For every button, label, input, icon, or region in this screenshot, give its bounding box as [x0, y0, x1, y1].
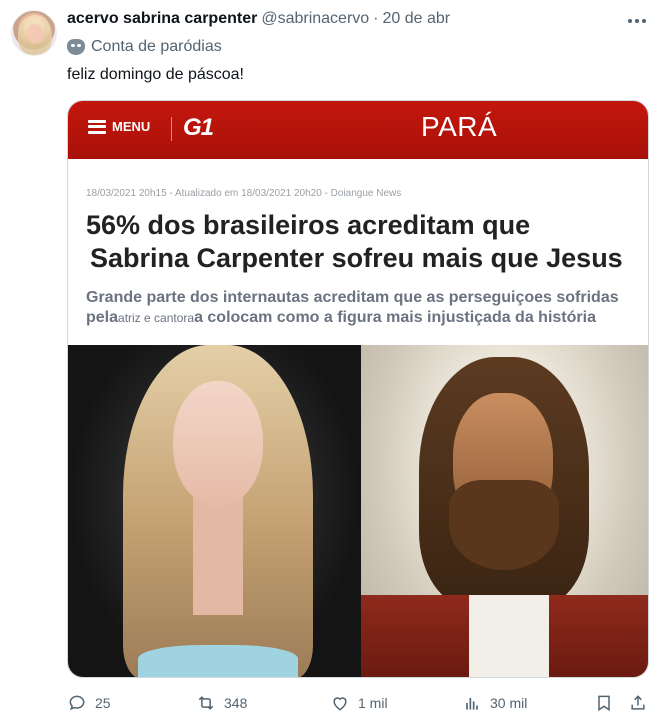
- reply-icon: [69, 695, 85, 711]
- subtitle-part-3: a colocam como a figura mais injustiçada…: [194, 309, 596, 326]
- repost-icon: [198, 696, 214, 710]
- photo-sabrina: [68, 345, 361, 677]
- photo-neck: [193, 495, 243, 615]
- reply-count: 25: [95, 695, 111, 711]
- views-button[interactable]: 30 mil: [462, 692, 527, 714]
- views-count: 30 mil: [490, 695, 528, 711]
- parody-mask-icon: [67, 39, 85, 55]
- display-name[interactable]: acervo sabrina carpenter: [67, 10, 257, 28]
- avatar-face: [27, 24, 43, 43]
- views-icon: [466, 698, 478, 710]
- post-date[interactable]: 20 de abr: [383, 10, 451, 28]
- hamburger-icon: [88, 119, 106, 134]
- painting-beard: [449, 480, 559, 570]
- g1-header-bar: MENU G1 PARÁ: [68, 101, 648, 159]
- g1-logo: G1: [183, 114, 214, 141]
- like-icon: [333, 697, 347, 711]
- reply-button[interactable]: 25: [67, 692, 111, 714]
- parody-label: Conta de paródias: [67, 38, 222, 56]
- user-handle[interactable]: @sabrinacervo: [261, 10, 369, 28]
- subtitle-small: atriz e cantora: [118, 311, 195, 325]
- share-button[interactable]: [628, 692, 648, 714]
- subtitle-part-2: pela: [86, 309, 119, 326]
- bookmark-icon: [598, 695, 610, 712]
- article-byline: 18/03/2021 20h15 - Atualizado em 18/03/2…: [86, 188, 402, 199]
- action-bar: 25 348 1 mil 30 mil: [0, 692, 663, 714]
- photo-face: [173, 381, 263, 506]
- avatar[interactable]: [11, 10, 57, 56]
- like-count: 1 mil: [358, 695, 388, 711]
- headline-line-2: Sabrina Carpenter sofreu mais que Jesus: [90, 243, 623, 273]
- more-icon[interactable]: [625, 10, 649, 32]
- photo-top: [138, 645, 298, 677]
- parody-label-text: Conta de paródias: [91, 38, 222, 55]
- article-headline: 56% dos brasileiros acreditam que Sabrin…: [86, 209, 646, 275]
- painting-jesus: [361, 345, 648, 677]
- header-divider: [171, 117, 172, 141]
- subtitle-part-1: Grande parte dos internautas acreditam q…: [86, 289, 619, 306]
- bookmark-button[interactable]: [594, 692, 614, 714]
- menu-label: MENU: [88, 119, 150, 134]
- post-header: acervo sabrina carpenter @sabrinacervo ·…: [67, 10, 623, 32]
- painting-tunic: [469, 595, 549, 677]
- repost-count: 348: [224, 695, 248, 711]
- share-icon: [631, 695, 645, 710]
- region-title: PARÁ: [421, 111, 498, 142]
- headline-line-1: 56% dos brasileiros acreditam que: [86, 210, 531, 240]
- separator-dot: ·: [373, 10, 379, 27]
- article-subtitle: Grande parte dos internautas acreditam q…: [86, 288, 641, 328]
- like-button[interactable]: 1 mil: [330, 692, 388, 714]
- post-media-image[interactable]: MENU G1 PARÁ 18/03/2021 20h15 - Atualiza…: [67, 100, 649, 678]
- repost-button[interactable]: 348: [196, 692, 247, 714]
- menu-text: MENU: [112, 119, 151, 134]
- tweet-text: feliz domingo de páscoa!: [67, 66, 244, 83]
